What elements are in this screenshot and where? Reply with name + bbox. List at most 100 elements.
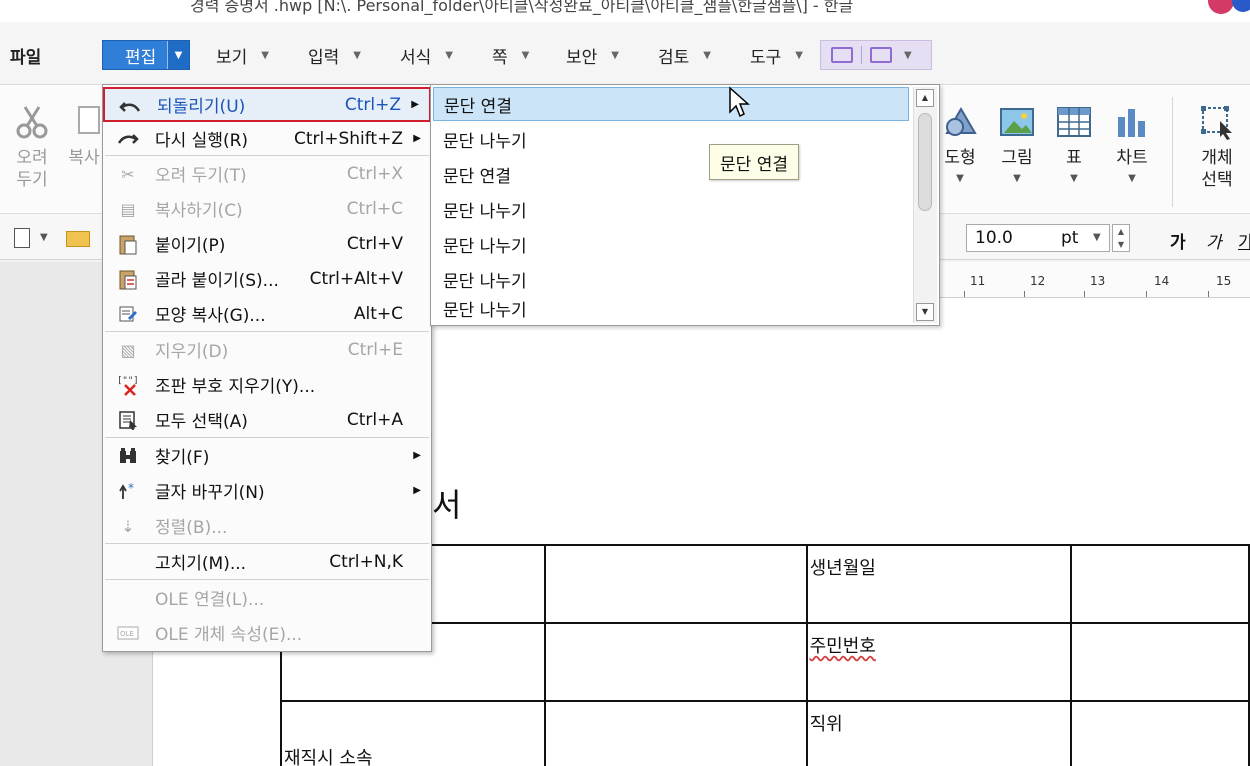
menu-item-undo[interactable]: 되돌리기(U) Ctrl+Z ▶	[103, 87, 431, 122]
copy-button[interactable]: 복사	[64, 103, 104, 169]
table-cell[interactable]: 생년월일	[805, 544, 1072, 624]
menu-item-shortcut: Ctrl+A	[346, 409, 403, 430]
menu-item-format-copy[interactable]: 모양 복사(G)... Alt+C	[103, 296, 431, 331]
chevron-down-icon: ▼	[445, 49, 453, 61]
format-painter-icon	[117, 303, 139, 325]
bold-button[interactable]: 가	[1170, 228, 1186, 253]
horizontal-ruler[interactable]: 11 12 13 14 15	[940, 262, 1250, 298]
menu-file-label: 파일	[10, 47, 42, 68]
table-cell[interactable]	[543, 622, 808, 702]
menu-tools[interactable]: 도구 ▼	[750, 40, 803, 70]
menu-insert[interactable]: 입력 ▼	[308, 40, 361, 70]
picture-button[interactable]: 그림 ▼	[996, 103, 1038, 184]
table-label: 표	[1066, 148, 1082, 168]
table-cell[interactable]	[1069, 700, 1250, 766]
select-object-button[interactable]: 개체 선택	[1192, 103, 1242, 191]
scroll-thumb[interactable]	[918, 113, 932, 211]
ruler-label: 13	[1090, 274, 1106, 288]
menu-item-cut[interactable]: ✂ 오려 두기(T) Ctrl+X	[103, 156, 431, 191]
cut-button[interactable]: 오려 두기	[10, 103, 54, 191]
menu-view[interactable]: 보기 ▼	[216, 40, 269, 70]
new-document-icon[interactable]	[14, 228, 30, 248]
menu-item-delete-codes[interactable]: [""] 조판 부호 지우기(Y)...	[103, 367, 431, 402]
menu-item-erase[interactable]: ▧ 지우기(D) Ctrl+E	[103, 332, 431, 367]
app-logo-icon	[1208, 0, 1234, 14]
menu-review[interactable]: 검토 ▼	[658, 40, 711, 70]
chevron-down-icon[interactable]: ▼	[1093, 232, 1101, 243]
binoculars-icon	[117, 445, 139, 467]
table-cell[interactable]	[543, 544, 808, 624]
undo-list-scrollbar[interactable]: ▲ ▼	[913, 87, 937, 323]
undo-history-item[interactable]: 문단 나누기	[433, 227, 909, 261]
menu-format-label: 서식	[400, 47, 432, 68]
cut-label: 오려 두기	[16, 148, 48, 190]
copy-icon	[65, 103, 103, 141]
undo-history-item[interactable]: 문단 나누기	[433, 122, 909, 156]
chevron-down-icon: ▼	[703, 49, 711, 61]
style-icon[interactable]	[831, 47, 853, 63]
font-size-stepper[interactable]: ▲ ▼	[1112, 224, 1130, 252]
menu-item-ole-properties[interactable]: OLE OLE 개체 속성(E)...	[103, 615, 431, 650]
menu-item-label: 복사하기(C)	[155, 201, 243, 221]
menu-edit-label: 편집	[125, 47, 157, 68]
menu-edit[interactable]: 편집 ▼	[102, 40, 190, 70]
scroll-down-icon[interactable]: ▼	[916, 303, 934, 321]
menu-security[interactable]: 보안 ▼	[566, 40, 619, 70]
table-button[interactable]: 표 ▼	[1054, 103, 1094, 184]
menu-item-fix[interactable]: 고치기(M)... Ctrl+N,K	[103, 544, 431, 579]
menu-item-find[interactable]: 찾기(F) ▶	[103, 438, 431, 473]
table-cell[interactable]: 재직시 소속	[280, 700, 546, 766]
menu-edit-dropdown-icon[interactable]: ▼	[167, 41, 189, 69]
undo-history-item[interactable]: 문단 나누기	[433, 262, 909, 296]
select-object-icon	[1198, 103, 1236, 141]
table-cell[interactable]: 직위	[805, 700, 1072, 766]
menu-item-sort[interactable]: ⇣ 정렬(B)...	[103, 508, 431, 543]
underline-button[interactable]: 가	[1238, 228, 1250, 253]
chevron-down-icon[interactable]: ▼	[40, 232, 48, 243]
table-cell[interactable]	[1069, 622, 1250, 702]
menu-review-label: 검토	[658, 47, 690, 68]
menu-item-label: 지우기(D)	[155, 342, 229, 362]
menu-page[interactable]: 쪽 ▼	[492, 40, 529, 70]
menu-item-redo[interactable]: 다시 실행(R) Ctrl+Shift+Z ▶	[103, 121, 431, 156]
menu-item-copy[interactable]: ▤ 복사하기(C) Ctrl+C	[103, 191, 431, 226]
quick-access-toolbar[interactable]: ▼	[820, 40, 932, 70]
user-avatar-icon[interactable]	[1232, 0, 1250, 12]
shape-button[interactable]: 도형 ▼	[940, 103, 980, 184]
ole-icon: OLE	[117, 622, 139, 644]
menu-item-label: 되돌리기(U)	[157, 97, 246, 117]
menu-file[interactable]: 파일	[10, 40, 41, 70]
table-cell[interactable]	[543, 700, 808, 766]
menu-item-label: 골라 붙이기(S)...	[155, 271, 279, 291]
table-cell[interactable]: 주민번호	[805, 622, 1072, 702]
undo-history-list: 문단 연결 문단 나누기 문단 연결 문단 나누기 문단 나누기 문단 나누기 …	[430, 84, 940, 326]
menu-item-paste[interactable]: 붙이기(P) Ctrl+V	[103, 226, 431, 261]
undo-history-item[interactable]: 문단 나누기	[433, 293, 909, 323]
ruler-label: 14	[1154, 274, 1170, 288]
open-folder-icon[interactable]	[66, 231, 90, 247]
ruler-label: 11	[970, 274, 986, 288]
table-cell[interactable]	[1069, 544, 1250, 624]
undo-history-item[interactable]: 문단 나누기	[433, 192, 909, 226]
menu-item-ole-link[interactable]: OLE 연결(L)...	[103, 580, 431, 615]
undo-history-label: 문단 연결	[443, 166, 511, 187]
font-size-input[interactable]: 10.0 pt ▼	[966, 224, 1110, 252]
undo-history-label: 문단 나누기	[443, 271, 527, 292]
menu-view-label: 보기	[216, 47, 248, 68]
svg-text:[""]: [""]	[117, 376, 139, 386]
undo-history-item[interactable]: 문단 연결	[433, 157, 909, 191]
menu-item-shortcut: Ctrl+Alt+V	[309, 268, 403, 289]
menu-item-replace[interactable]: * 글자 바꾸기(N) ▶	[103, 473, 431, 508]
chart-button[interactable]: 차트 ▼	[1110, 103, 1154, 184]
tooltip: 문단 연결	[709, 144, 799, 180]
chevron-down-icon[interactable]: ▼	[904, 50, 912, 61]
menu-format[interactable]: 서식 ▼	[400, 40, 453, 70]
undo-history-item[interactable]: 문단 연결	[433, 87, 909, 121]
menu-item-paste-special[interactable]: 골라 붙이기(S)... Ctrl+Alt+V	[103, 261, 431, 296]
table-grid-icon[interactable]	[870, 47, 892, 63]
title-bar: 경력 증명서 .hwp [N:\. Personal_folder\아티클\작성…	[0, 0, 1250, 22]
ruler-tick	[964, 291, 965, 297]
scroll-up-icon[interactable]: ▲	[916, 89, 934, 107]
menu-item-select-all[interactable]: 모두 선택(A) Ctrl+A	[103, 402, 431, 437]
italic-button[interactable]: 가	[1206, 228, 1222, 253]
